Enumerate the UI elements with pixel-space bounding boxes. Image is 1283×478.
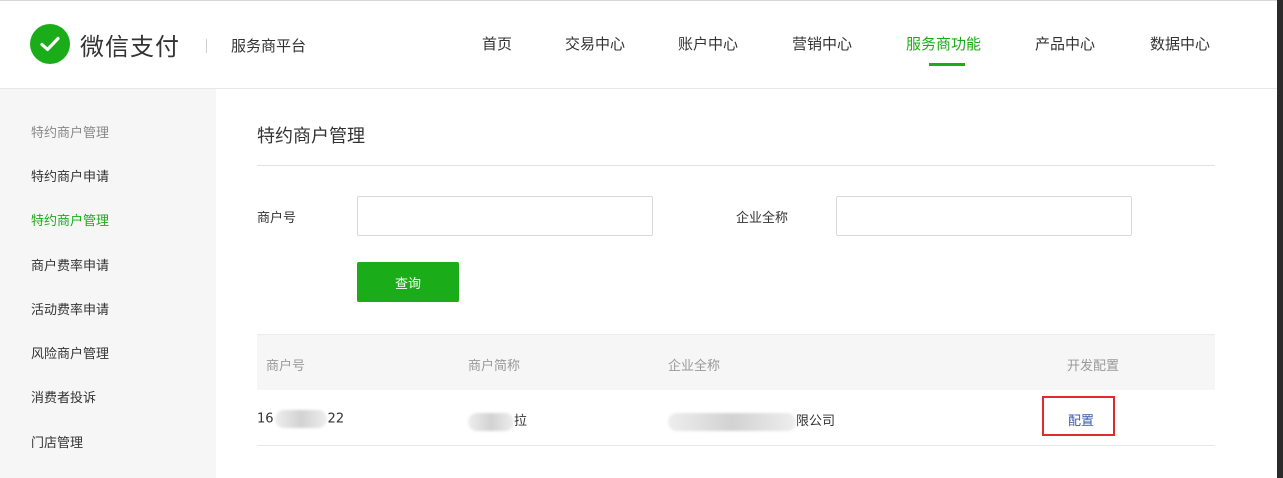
window-right-border [1277, 0, 1283, 478]
nav-item-products[interactable]: 产品中心 [1035, 33, 1095, 54]
column-header-short-name: 商户简称 [468, 359, 521, 374]
sidebar-item-merchant-manage[interactable]: 特约商户管理 [31, 210, 109, 229]
logo-text: 微信支付 [80, 32, 180, 61]
config-link[interactable]: 配置 [1068, 410, 1094, 429]
redacted-mask [274, 410, 327, 428]
nav-item-transactions[interactable]: 交易中心 [565, 33, 625, 54]
sidebar-item-activity-rate[interactable]: 活动费率申请 [31, 299, 109, 318]
top-header: 微信支付 服务商平台 首页 交易中心 账户中心 营销中心 服务商功能 产品中心 … [0, 1, 1277, 89]
query-button[interactable]: 查询 [357, 262, 459, 302]
title-divider [257, 165, 1215, 166]
page-title: 特约商户管理 [257, 126, 365, 147]
table-row: 16 22 拉 限公司 配置 [257, 390, 1215, 446]
cell-merchant-id: 16 22 [257, 410, 344, 428]
sidebar-item-risk-merchants[interactable]: 风险商户管理 [31, 343, 109, 362]
wechat-pay-logo[interactable]: 微信支付 [30, 24, 180, 64]
short-name-suffix: 拉 [514, 414, 528, 429]
column-header-company-name: 企业全称 [668, 359, 721, 374]
column-header-dev-config: 开发配置 [1067, 359, 1120, 374]
sidebar-item-merchant-apply[interactable]: 特约商户申请 [31, 166, 109, 185]
wechat-pay-check-icon [30, 24, 70, 64]
cell-short-name: 拉 [468, 410, 527, 431]
company-name-label: 企业全称 [736, 211, 789, 226]
header-divider [206, 39, 207, 53]
nav-item-provider-functions[interactable]: 服务商功能 [906, 33, 981, 54]
nav-item-home[interactable]: 首页 [482, 33, 512, 54]
nav-item-marketing[interactable]: 营销中心 [792, 33, 852, 54]
sidebar-item-rate-apply[interactable]: 商户费率申请 [31, 255, 109, 274]
active-nav-indicator [929, 63, 965, 66]
sidebar-item-stores[interactable]: 门店管理 [31, 432, 83, 451]
company-name-suffix: 限公司 [796, 414, 836, 429]
platform-name: 服务商平台 [231, 37, 307, 55]
redacted-mask [468, 412, 514, 431]
config-highlight-box: 配置 [1042, 396, 1115, 436]
table-header: 商户号 商户简称 企业全称 开发配置 [257, 334, 1215, 391]
sidebar-item-complaints[interactable]: 消费者投诉 [31, 387, 96, 406]
cell-company-name: 限公司 [668, 410, 835, 431]
sidebar: 特约商户管理 特约商户申请 特约商户管理 商户费率申请 活动费率申请 风险商户管… [0, 89, 216, 478]
column-header-merchant-id: 商户号 [266, 359, 306, 374]
merchant-id-suffix: 22 [327, 411, 345, 427]
company-name-input[interactable] [836, 196, 1132, 236]
nav-item-account[interactable]: 账户中心 [678, 33, 738, 54]
merchant-id-prefix: 16 [257, 411, 274, 427]
merchant-id-input[interactable] [357, 196, 653, 236]
nav-item-data[interactable]: 数据中心 [1150, 33, 1210, 54]
merchant-id-label: 商户号 [257, 211, 297, 226]
sidebar-group-label: 特约商户管理 [31, 126, 110, 141]
redacted-mask [668, 412, 796, 431]
